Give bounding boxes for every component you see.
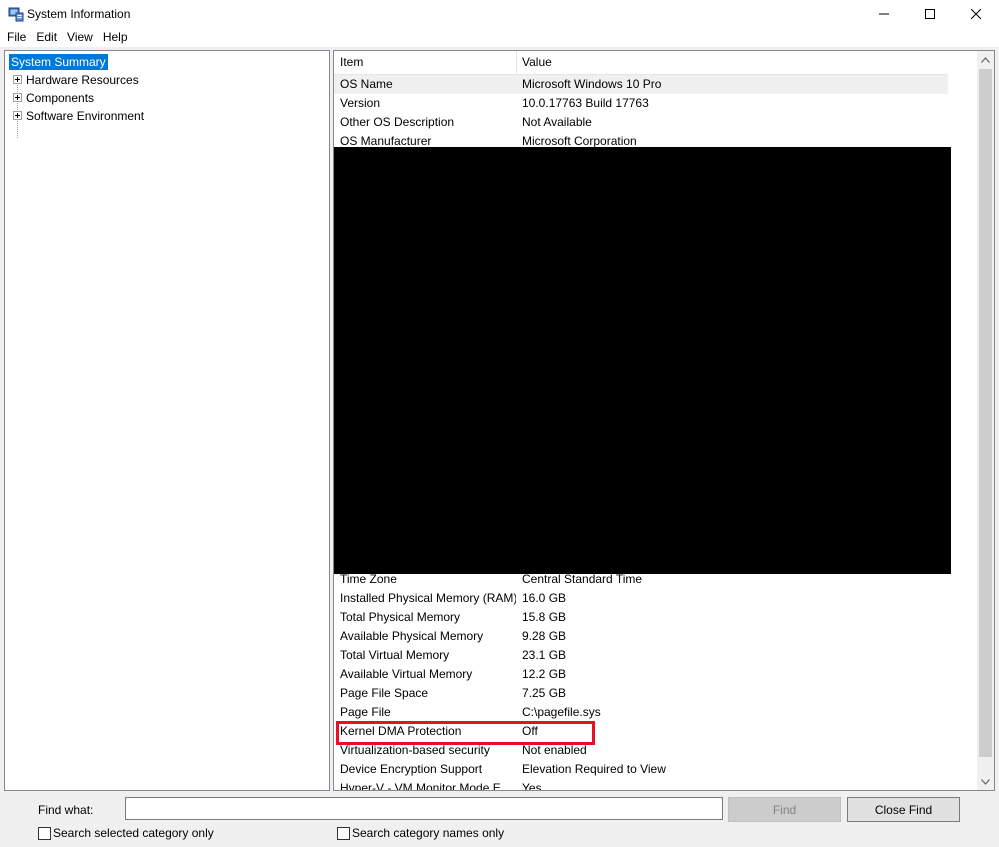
- row-value: C:\pagefile.sys: [522, 705, 601, 719]
- search-category-names-option[interactable]: Search category names only: [337, 826, 504, 840]
- table-row[interactable]: OS Name Microsoft Windows 10 Pro: [334, 75, 948, 94]
- category-tree[interactable]: System Summary Hardware Resources Compon…: [4, 50, 330, 791]
- table-row[interactable]: Other OS Description Not Available: [334, 113, 948, 132]
- row-item: Other OS Description: [340, 115, 455, 129]
- close-find-button[interactable]: Close Find: [847, 797, 960, 822]
- expand-icon[interactable]: [13, 75, 22, 84]
- row-item: Device Encryption Support: [340, 762, 483, 776]
- find-label: Find what:: [38, 803, 94, 817]
- menu-view[interactable]: View: [62, 29, 98, 46]
- table-row[interactable]: Hyper-V - VM Monitor Mode E... Yes: [334, 779, 948, 791]
- scroll-thumb[interactable]: [979, 69, 992, 757]
- kernel-dma-highlight: [336, 721, 595, 745]
- tree-item-label: Components: [26, 90, 95, 105]
- checkbox-label: Search selected category only: [53, 826, 214, 840]
- close-button[interactable]: [953, 0, 999, 28]
- row-value: Microsoft Windows 10 Pro: [522, 77, 662, 91]
- row-item: Page File: [340, 705, 391, 719]
- table-row[interactable]: Available Virtual Memory 12.2 GB: [334, 665, 948, 684]
- minimize-button[interactable]: [861, 0, 907, 28]
- row-item: Total Virtual Memory: [340, 648, 450, 662]
- checkbox-label: Search category names only: [352, 826, 505, 840]
- find-button[interactable]: Find: [728, 797, 841, 822]
- row-value: 15.8 GB: [522, 610, 567, 624]
- table-row[interactable]: Page File Space 7.25 GB: [334, 684, 948, 703]
- scroll-up-button[interactable]: [977, 51, 994, 68]
- tree-item-software-environment[interactable]: Software Environment: [13, 107, 144, 124]
- minimize-icon: [879, 13, 889, 15]
- row-item: Total Physical Memory: [340, 610, 461, 624]
- row-item: Available Physical Memory: [340, 629, 484, 643]
- chevron-down-icon: [981, 778, 990, 785]
- row-item: Version: [340, 96, 381, 110]
- window-title: System Information: [27, 7, 131, 21]
- tree-item-components[interactable]: Components: [13, 89, 94, 106]
- maximize-icon: [925, 9, 935, 19]
- tree-item-system-summary[interactable]: System Summary: [9, 53, 108, 70]
- expand-icon[interactable]: [13, 111, 22, 120]
- redacted-area: [334, 147, 951, 574]
- row-value: 7.25 GB: [522, 686, 567, 700]
- tree-item-label: System Summary: [9, 53, 108, 70]
- tree-item-hardware-resources[interactable]: Hardware Resources: [13, 71, 139, 88]
- menu-help[interactable]: Help: [98, 29, 133, 46]
- column-header-value[interactable]: Value: [516, 51, 948, 74]
- menu-edit[interactable]: Edit: [31, 29, 62, 46]
- row-item: Installed Physical Memory (RAM): [340, 591, 516, 605]
- row-value: 10.0.17763 Build 17763: [522, 96, 649, 110]
- row-value: 16.0 GB: [522, 591, 567, 605]
- list-header: Item Value: [334, 51, 948, 75]
- scroll-down-button[interactable]: [977, 773, 994, 790]
- search-selected-category-checkbox[interactable]: [38, 826, 51, 840]
- table-row[interactable]: Page File C:\pagefile.sys: [334, 703, 948, 722]
- table-row[interactable]: Installed Physical Memory (RAM) 16.0 GB: [334, 589, 948, 608]
- table-row[interactable]: Version 10.0.17763 Build 17763: [334, 94, 948, 113]
- table-row[interactable]: Total Physical Memory 15.8 GB: [334, 608, 948, 627]
- find-bar: Find what: Find Close Find Search select…: [0, 793, 999, 847]
- system-information-icon: [8, 7, 24, 22]
- expand-icon[interactable]: [13, 93, 22, 102]
- row-item: OS Name: [340, 77, 393, 91]
- table-row[interactable]: Total Virtual Memory 23.1 GB: [334, 646, 948, 665]
- tree-item-label: Software Environment: [26, 108, 145, 123]
- tree-item-label: Hardware Resources: [26, 72, 139, 87]
- menu-file[interactable]: File: [2, 29, 31, 46]
- column-header-item[interactable]: Item: [334, 51, 516, 74]
- search-category-names-checkbox[interactable]: [337, 826, 350, 840]
- menu-bar: File Edit View Help: [0, 28, 999, 47]
- details-list[interactable]: Item Value OS Name Microsoft Windows 10 P…: [333, 50, 995, 791]
- row-value: Elevation Required to View: [522, 762, 666, 776]
- table-row[interactable]: Device Encryption Support Elevation Requi…: [334, 760, 948, 779]
- chevron-up-icon: [981, 56, 990, 63]
- row-value: 9.28 GB: [522, 629, 567, 643]
- find-input[interactable]: [125, 797, 723, 820]
- row-value: 12.2 GB: [522, 667, 567, 681]
- maximize-button[interactable]: [907, 0, 953, 28]
- row-value: Yes: [522, 781, 542, 791]
- row-item: Hyper-V - VM Monitor Mode E...: [340, 781, 511, 791]
- row-value: Not Available: [522, 115, 592, 129]
- row-value: 23.1 GB: [522, 648, 567, 662]
- row-item: Available Virtual Memory: [340, 667, 473, 681]
- search-selected-category-option[interactable]: Search selected category only: [38, 826, 214, 840]
- vertical-scrollbar[interactable]: [977, 51, 994, 790]
- table-row[interactable]: Available Physical Memory 9.28 GB: [334, 627, 948, 646]
- title-bar: System Information: [0, 0, 999, 28]
- close-icon: [971, 9, 981, 19]
- row-item: Page File Space: [340, 686, 429, 700]
